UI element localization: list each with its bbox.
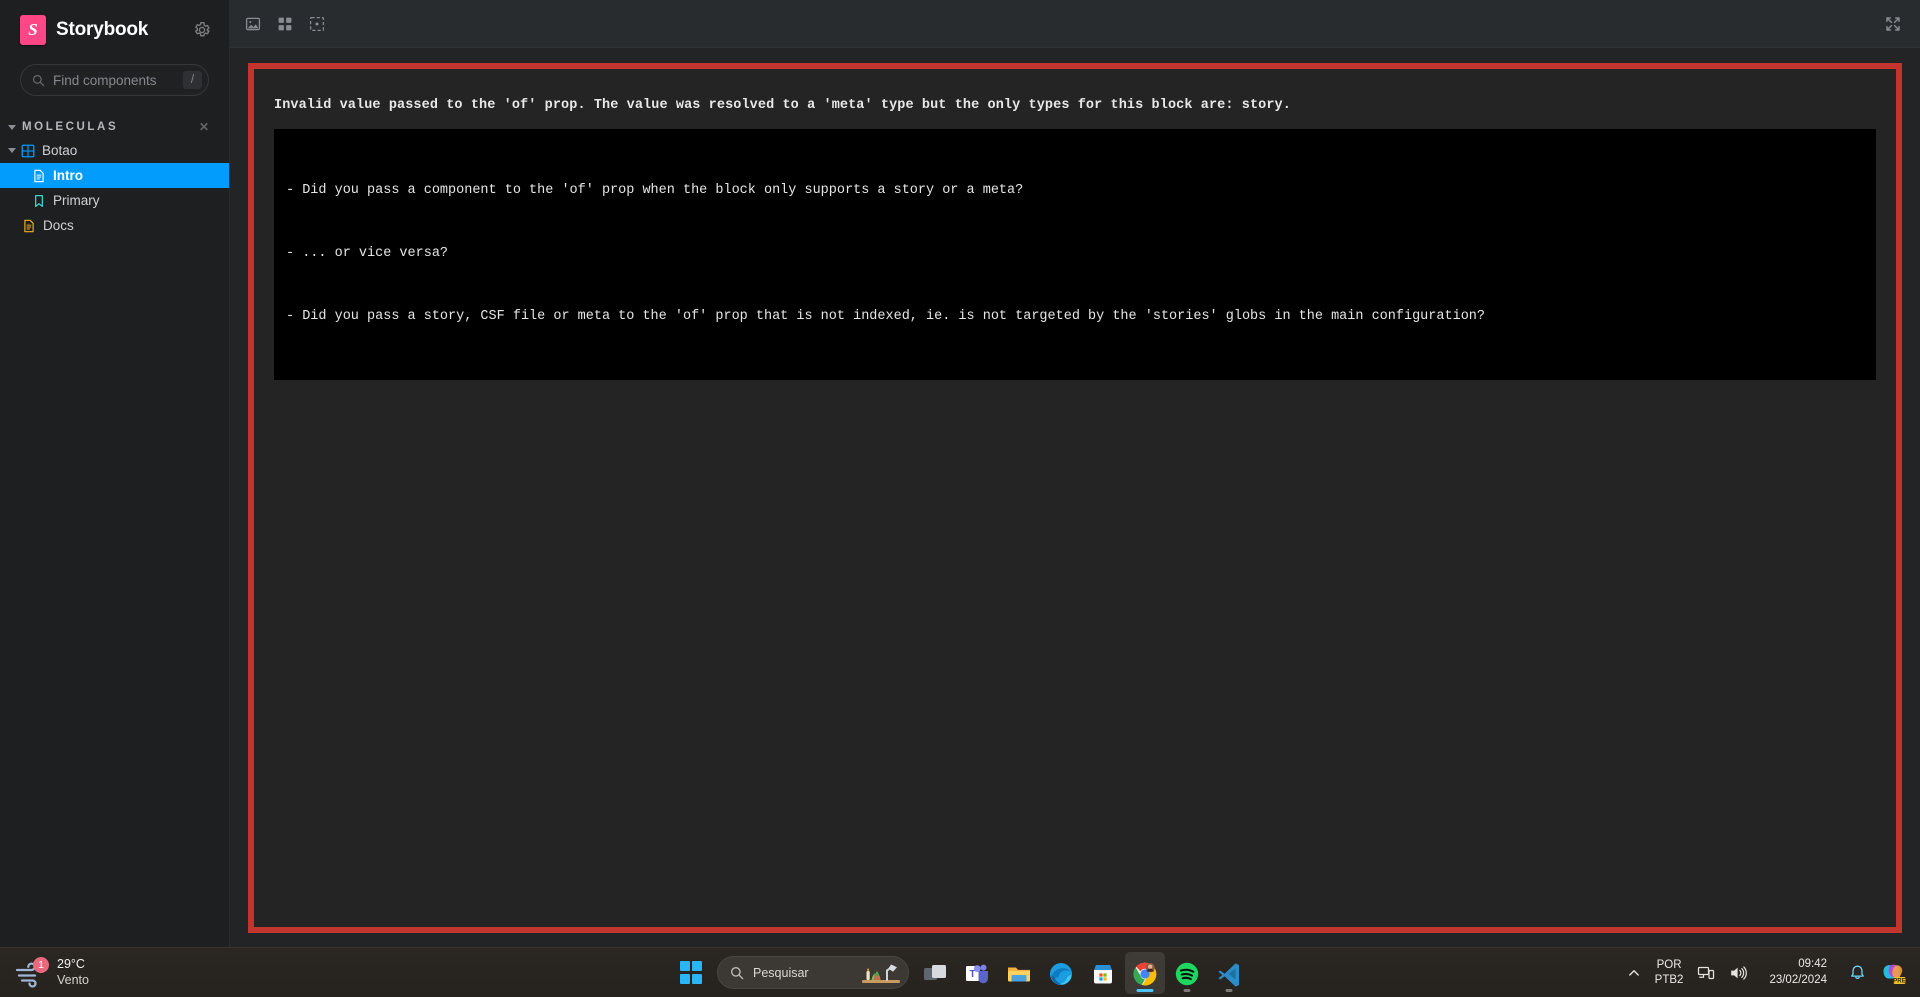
sidebar-item-intro[interactable]: Intro: [0, 163, 229, 188]
error-hint-line: - Did you pass a component to the 'of' p…: [286, 183, 1024, 199]
taskbar-center: Pesquisar T: [671, 948, 1249, 997]
collapse-all-icon[interactable]: ✕: [199, 120, 209, 134]
sidebar-search-container: Find components /: [0, 60, 229, 96]
spotify-icon: [1175, 962, 1199, 985]
copilot-icon: PRE: [1883, 964, 1906, 984]
app-running-indicator: [1183, 988, 1191, 992]
taskbar-app-microsoft-store[interactable]: [1083, 952, 1123, 994]
sidebar-item-label: Intro: [53, 168, 83, 183]
search-decoration-icon: [862, 964, 900, 983]
docs-icon: [24, 219, 34, 232]
sidebar-brand: S Storybook: [0, 0, 229, 60]
weather-condition: Vento: [57, 972, 89, 987]
system-tray: POR PTB2 09:42 23/02/2024 PRE: [1621, 948, 1920, 997]
language-text: POR PTB2: [1655, 958, 1684, 987]
caret-down-icon: [8, 148, 16, 153]
error-hint-line: - Did you pass a story, CSF file or meta…: [286, 308, 1485, 324]
preview-canvas: Invalid value passed to the 'of' prop. T…: [230, 48, 1920, 947]
tray-overflow-button[interactable]: [1621, 953, 1647, 993]
taskbar-app-file-explorer[interactable]: [999, 952, 1039, 994]
story-icon: [35, 194, 43, 207]
copilot-button[interactable]: PRE: [1874, 953, 1912, 993]
grid-icon[interactable]: [270, 10, 300, 38]
volume-icon: [1731, 965, 1748, 980]
tree-group-label: MOLECULAS: [22, 121, 119, 133]
clock-time: 09:42: [1798, 957, 1827, 970]
error-hint-line: - ... or vice versa?: [286, 246, 449, 262]
storybook-logo-icon: S: [20, 15, 46, 45]
file-explorer-icon: [1008, 967, 1030, 981]
clock-text: 09:42 23/02/2024: [1761, 957, 1835, 988]
search-shortcut-badge: /: [183, 71, 202, 89]
microsoft-teams-icon: T: [966, 964, 988, 983]
app-title: Storybook: [56, 19, 149, 40]
taskbar-app-microsoft-teams[interactable]: T: [957, 952, 997, 994]
start-button[interactable]: [671, 953, 711, 993]
visual-studio-code-icon: [1218, 962, 1239, 987]
caret-down-icon: [8, 124, 16, 130]
clock-date: 23/02/2024: [1769, 973, 1827, 986]
component-tree: MOLECULAS ✕ Botao Intro Primary Docs: [0, 116, 229, 238]
toolbar-left-group: [238, 10, 332, 38]
error-frame: Invalid value passed to the 'of' prop. T…: [248, 63, 1902, 933]
language-line-1: POR: [1656, 959, 1682, 972]
copilot-badge-text: PRE: [1893, 977, 1906, 984]
weather-text: 29°C Vento: [57, 957, 89, 988]
network-button[interactable]: [1691, 953, 1721, 993]
microsoft-edge-icon: [1050, 962, 1072, 985]
wind-icon: 1: [14, 956, 49, 988]
network-icon: [1698, 966, 1715, 979]
weather-widget[interactable]: 1 29°C Vento: [0, 948, 101, 997]
gear-icon[interactable]: [193, 21, 211, 39]
tree-group-moleculas[interactable]: MOLECULAS ✕: [0, 116, 229, 138]
storybook-sidebar: S Storybook Find components / MOLECULAS …: [0, 0, 230, 947]
zoom-reset-icon[interactable]: [238, 10, 268, 38]
search-icon: [730, 966, 744, 979]
error-headline: Invalid value passed to the 'of' prop. T…: [274, 98, 1291, 113]
component-icon: [21, 144, 35, 157]
error-hints: - Did you pass a component to the 'of' p…: [274, 128, 1876, 380]
chevron-up-icon: [1628, 969, 1639, 976]
sidebar-item-botao[interactable]: Botao: [0, 138, 229, 163]
sidebar-item-docs[interactable]: Docs: [0, 213, 229, 238]
notification-badge: 1: [33, 956, 49, 973]
bell-icon: [1851, 965, 1864, 979]
screen: S Storybook Find components / MOLECULAS …: [0, 0, 1920, 997]
fullscreen-icon[interactable]: [1878, 10, 1908, 38]
taskbar-search-input[interactable]: Pesquisar: [717, 956, 909, 989]
sidebar-item-label: Botao: [42, 143, 78, 158]
task-view-icon: [924, 964, 946, 980]
taskbar-app-task-view[interactable]: [915, 952, 955, 994]
search-input[interactable]: Find components /: [20, 64, 209, 96]
clock-button[interactable]: 09:42 23/02/2024: [1755, 953, 1841, 993]
taskbar-app-list: T: [915, 951, 1249, 994]
google-chrome-icon: [1133, 962, 1157, 985]
taskbar-app-google-chrome[interactable]: [1125, 951, 1165, 994]
language-line-2: PTB2: [1654, 973, 1684, 986]
app-running-indicator: [1136, 988, 1154, 992]
taskbar-app-microsoft-edge[interactable]: [1041, 952, 1081, 994]
windows-logo-icon: [679, 961, 703, 984]
error-content: Invalid value passed to the 'of' prop. T…: [254, 69, 1896, 400]
measure-icon[interactable]: [302, 10, 332, 38]
weather-temperature: 29°C: [57, 956, 85, 971]
taskbar-search-placeholder: Pesquisar: [753, 965, 809, 980]
taskbar-app-spotify[interactable]: [1167, 952, 1207, 994]
microsoft-store-icon: [1094, 964, 1112, 983]
search-icon: [32, 74, 45, 86]
document-icon: [34, 169, 44, 182]
sidebar-item-primary[interactable]: Primary: [0, 188, 229, 213]
language-indicator[interactable]: POR PTB2: [1649, 953, 1690, 993]
preview-toolbar: [230, 0, 1920, 48]
volume-button[interactable]: [1723, 953, 1753, 993]
search-placeholder: Find components: [53, 72, 157, 88]
taskbar-app-visual-studio-code[interactable]: [1209, 952, 1249, 994]
sidebar-item-label: Primary: [53, 193, 100, 208]
windows-taskbar: 1 29°C Vento Pesquisar T POR PTB2 09:42 …: [0, 947, 1920, 997]
app-running-indicator: [1225, 988, 1233, 992]
preview-panel: Invalid value passed to the 'of' prop. T…: [230, 0, 1920, 947]
notifications-button[interactable]: [1843, 953, 1872, 993]
sidebar-item-label: Docs: [43, 218, 74, 233]
storybook-logo-letter: S: [28, 19, 38, 39]
